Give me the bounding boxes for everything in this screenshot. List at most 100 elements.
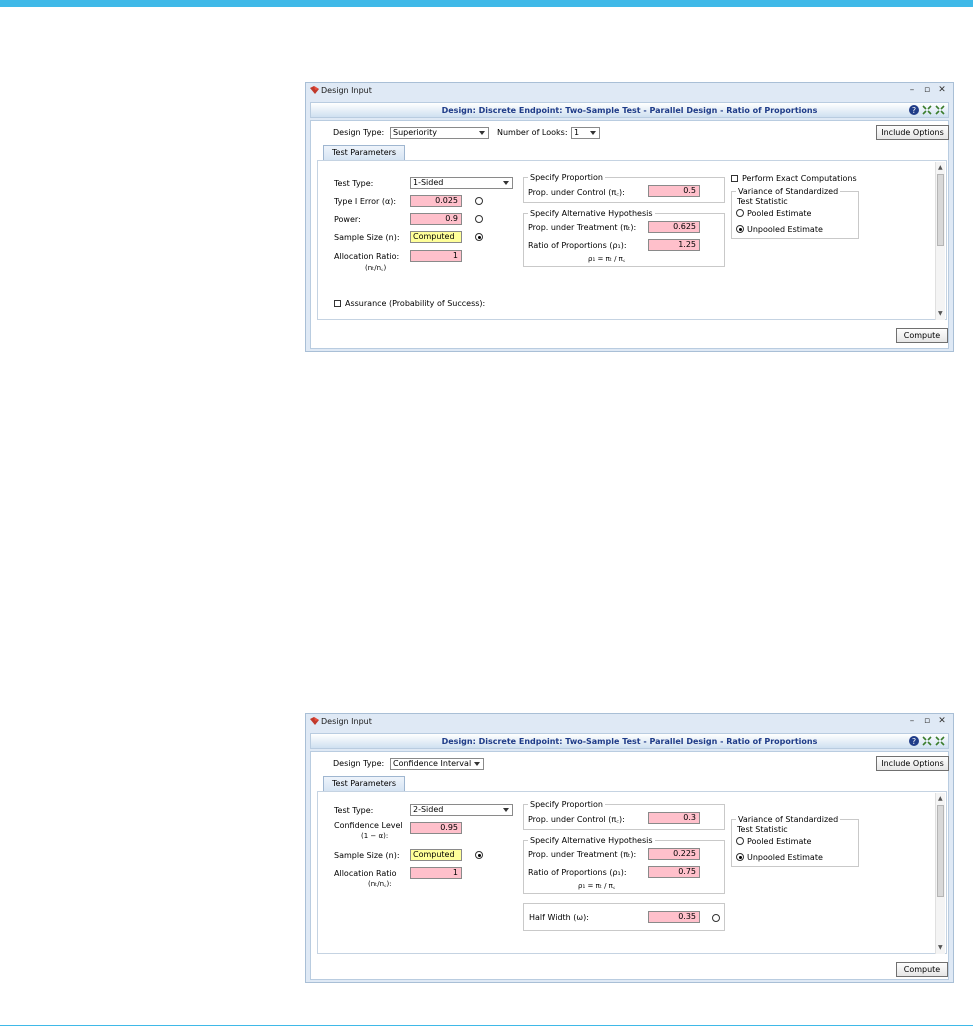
minimize-icon[interactable]: – [905,715,919,728]
variance-group: Variance of Standardized Test Statistic … [731,187,859,239]
prop-control-label: Prop. under Control (π꜀): [528,815,625,824]
alternative-hypothesis-group: Specify Alternative Hypothesis Prop. und… [523,837,725,894]
allocation-ratio-input[interactable]: 1 [410,250,462,262]
close-icon[interactable]: ✕ [935,715,949,728]
minimize-icon[interactable]: – [905,84,919,97]
prop-treatment-input[interactable]: 0.225 [648,848,700,860]
design-input-window-confidence-interval: Design Input – ▫ ✕ Design: Discrete Endp… [305,713,954,983]
chevron-down-icon [503,181,509,185]
scrollbar[interactable]: ▲ ▼ [935,162,945,320]
scroll-down-icon[interactable]: ▼ [938,944,943,951]
include-options-button[interactable]: Include Options [876,125,949,140]
specify-proportion-group: Specify Proportion Prop. under Control (… [523,801,725,830]
design-type-label: Design Type: [333,128,385,137]
power-radio[interactable] [475,215,483,223]
window-title: Design Input [321,717,372,726]
collapse-icon[interactable] [921,735,933,747]
prop-control-label: Prop. under Control (π꜀): [528,188,625,197]
design-type-value: Superiority [393,128,437,137]
prop-control-input[interactable]: 0.5 [648,185,700,197]
ratio-formula: ρ₁ = πₜ / π꜀ [578,882,616,890]
design-type-select[interactable]: Superiority [390,127,489,139]
exact-computations-checkbox[interactable] [731,175,738,182]
chevron-down-icon [474,762,480,766]
chevron-down-icon [479,131,485,135]
test-type-select[interactable]: 1-Sided [410,177,513,189]
half-width-input[interactable]: 0.35 [648,911,700,923]
type1-error-radio[interactable] [475,197,483,205]
half-width-radio[interactable] [712,914,720,922]
power-input[interactable]: 0.9 [410,213,462,225]
chevron-down-icon [590,131,596,135]
confidence-level-label: Confidence Level [334,821,403,830]
type1-error-input[interactable]: 0.025 [410,195,462,207]
confidence-level-sub: (1 − α): [361,832,389,840]
scroll-thumb[interactable] [937,174,944,246]
allocation-ratio-label: Allocation Ratio [334,869,397,878]
unpooled-radio[interactable] [736,853,744,861]
looks-label: Number of Looks: [497,128,568,137]
close-icon[interactable]: ✕ [935,84,949,97]
maximize-icon[interactable]: ▫ [920,84,934,97]
tab-test-parameters[interactable]: Test Parameters [323,145,406,160]
test-type-value: 1-Sided [413,178,444,187]
pooled-label: Pooled Estimate [747,209,812,218]
alternative-hypothesis-group: Specify Alternative Hypothesis Prop. und… [523,210,725,267]
allocation-ratio-sub: (nₜ/n꜀): [368,880,392,888]
include-options-button[interactable]: Include Options [876,756,949,771]
sample-size-input[interactable]: Computed [410,849,462,861]
chevron-down-icon [503,808,509,812]
design-header: Design: Discrete Endpoint: Two-Sample Te… [310,102,949,118]
sample-size-input[interactable]: Computed [410,231,462,243]
compute-button[interactable]: Compute [896,328,948,343]
sample-size-radio[interactable] [475,233,483,241]
app-icon [310,86,319,94]
test-type-select[interactable]: 2-Sided [410,804,513,816]
design-title: Design: Discrete Endpoint: Two-Sample Te… [441,737,818,746]
unpooled-radio[interactable] [736,225,744,233]
prop-control-input[interactable]: 0.3 [648,812,700,824]
scroll-thumb[interactable] [937,805,944,897]
window-title: Design Input [321,86,372,95]
prop-treatment-label: Prop. under Treatment (πₜ): [528,850,637,859]
ratio-formula: ρ₁ = πₜ / π꜀ [588,255,626,263]
scrollbar[interactable]: ▲ ▼ [935,793,945,954]
scroll-up-icon[interactable]: ▲ [938,164,943,171]
help-icon[interactable]: ? [908,104,920,116]
sample-size-radio[interactable] [475,851,483,859]
pooled-radio[interactable] [736,209,744,217]
compute-button[interactable]: Compute [896,962,948,977]
confidence-level-input[interactable]: 0.95 [410,822,462,834]
design-type-select[interactable]: Confidence Interval [390,758,484,770]
exact-computations-label: Perform Exact Computations [742,174,857,183]
ratio-input[interactable]: 1.25 [648,239,700,251]
design-type-value: Confidence Interval [393,759,472,768]
scroll-up-icon[interactable]: ▲ [938,795,943,802]
variance-title: Variance of Standardized [736,187,841,196]
half-width-label: Half Width (ω): [529,913,589,922]
looks-value: 1 [574,128,580,137]
maximize-icon[interactable]: ▫ [920,715,934,728]
expand-icon[interactable] [934,735,946,747]
scroll-down-icon[interactable]: ▼ [938,310,943,317]
bottom-accent-line [0,1025,973,1026]
variance-title-2: Test Statistic [737,197,788,206]
help-icon[interactable]: ? [908,735,920,747]
collapse-icon[interactable] [921,104,933,116]
expand-icon[interactable] [934,104,946,116]
prop-treatment-input[interactable]: 0.625 [648,221,700,233]
looks-select[interactable]: 1 [571,127,600,139]
top-accent-bar [0,0,973,7]
variance-title-2: Test Statistic [737,825,788,834]
variance-group: Variance of Standardized Test Statistic … [731,815,859,867]
assurance-checkbox[interactable] [334,300,341,307]
design-header: Design: Discrete Endpoint: Two-Sample Te… [310,733,949,749]
test-type-value: 2-Sided [413,805,444,814]
tab-test-parameters[interactable]: Test Parameters [323,776,406,791]
content-area: Design Type: Confidence Interval Include… [310,751,949,980]
pooled-radio[interactable] [736,837,744,845]
variance-title: Variance of Standardized [736,815,841,824]
power-label: Power: [334,215,361,224]
ratio-input[interactable]: 0.75 [648,866,700,878]
allocation-ratio-input[interactable]: 1 [410,867,462,879]
